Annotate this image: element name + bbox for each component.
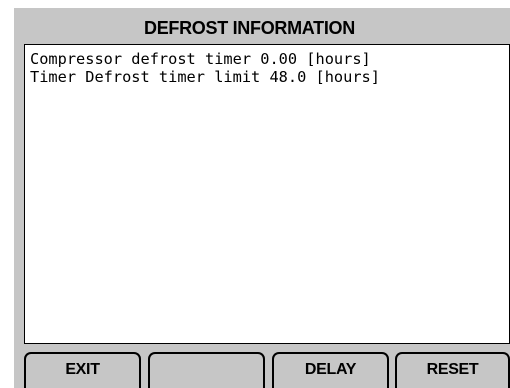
compressor-defrost-timer-line: Compressor defrost timer 0.00 [hours] [30,50,371,68]
exit-button[interactable]: EXIT [24,352,141,388]
blank-softkey-button[interactable] [148,352,265,388]
title-bar: DEFROST INFORMATION [14,8,510,48]
display-screen: DEFROST INFORMATION Compressor defrost t… [0,0,510,388]
reset-button[interactable]: RESET [395,352,510,388]
page-title: DEFROST INFORMATION [144,18,355,38]
delay-button[interactable]: DELAY [272,352,389,388]
defrost-info-panel: DEFROST INFORMATION Compressor defrost t… [14,8,510,388]
info-content-area: Compressor defrost timer 0.00 [hours] Ti… [24,44,510,344]
defrost-timer-limit-line: Timer Defrost timer limit 48.0 [hours] [30,68,380,86]
